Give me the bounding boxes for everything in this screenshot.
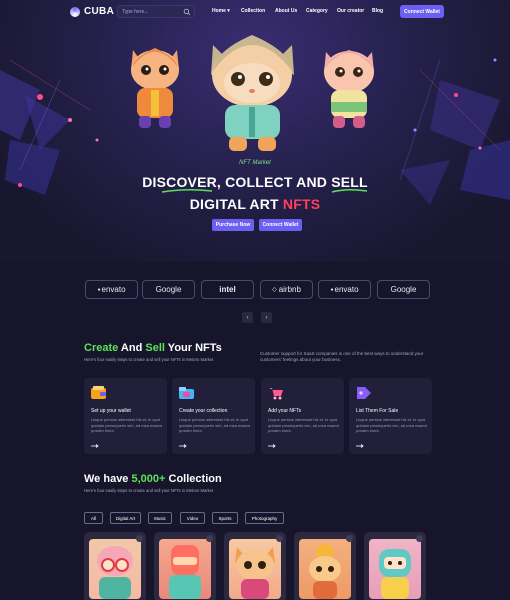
favorite-icon[interactable]	[206, 535, 213, 542]
filter-photography[interactable]: Photography	[245, 512, 284, 524]
nft-card[interactable]	[224, 532, 286, 600]
favorite-icon[interactable]	[346, 535, 353, 542]
cat-illustration-left	[131, 48, 179, 128]
hero-headline-line2: DIGITAL ART NFTS	[189, 196, 321, 212]
nft-character-image	[379, 549, 411, 599]
partner-logo-envato-2: ● envato	[318, 280, 371, 299]
favorite-icon[interactable]	[136, 535, 143, 542]
arrow-right-icon[interactable]	[268, 444, 276, 448]
brand-logo[interactable]: CUBA	[70, 6, 114, 17]
folder-icon	[179, 387, 194, 399]
nav-our-creator[interactable]: Our creator	[337, 8, 364, 14]
nav-home[interactable]: Home ▾	[212, 8, 230, 14]
partner-logo-airbnb: ◇ airbnb	[260, 280, 313, 299]
nft-character-image	[97, 546, 133, 599]
step-card-add-nfts[interactable]: Add your NFTs Lisque persius interesset …	[261, 378, 344, 454]
partner-logo-intel: intel	[201, 280, 254, 299]
collection-section-subtitle: Here's four easily steps to create and s…	[84, 488, 214, 493]
nav-blog[interactable]: Blog	[372, 8, 383, 14]
tag-icon	[357, 387, 371, 399]
nft-image	[369, 539, 421, 599]
headline-underlines	[162, 188, 368, 193]
cat-illustration-right	[324, 50, 374, 128]
hero-connect-wallet-button[interactable]: Connect Wallet	[259, 219, 302, 231]
step-card-list-for-sale[interactable]: List Them For Sale Lisque persius intere…	[349, 378, 432, 454]
cat-illustration-center	[211, 35, 294, 151]
chevron-down-icon: ▾	[227, 8, 230, 14]
wallet-icon	[91, 386, 106, 399]
nft-image	[229, 539, 281, 599]
filter-video[interactable]: Video	[180, 512, 205, 524]
carousel-next-button[interactable]: ›	[261, 312, 272, 323]
nft-character-image	[235, 547, 275, 599]
nft-character-image	[309, 544, 341, 599]
nav-about-us[interactable]: About Us	[275, 8, 297, 14]
nft-card[interactable]	[84, 532, 146, 600]
filter-all[interactable]: All	[84, 512, 103, 524]
logo-icon	[70, 6, 80, 17]
nft-card[interactable]	[154, 532, 216, 600]
search-icon[interactable]	[183, 8, 191, 16]
create-section-title: Create And Sell Your NFTs	[84, 342, 222, 354]
nav-category[interactable]: Category	[306, 8, 328, 14]
brand-name: CUBA	[84, 6, 115, 17]
search-input[interactable]	[122, 7, 182, 17]
create-section-subtitle: Here's four easily steps to create and s…	[84, 357, 214, 362]
nft-image	[299, 539, 351, 599]
step-card-wallet[interactable]: Set up your wallet Lisque persius intere…	[84, 378, 167, 454]
step-card-collection[interactable]: Create your collection Lisque persius in…	[172, 378, 255, 454]
cart-icon	[269, 388, 283, 400]
filter-music[interactable]: Music	[148, 512, 172, 524]
filter-digital-art[interactable]: Digital Art	[110, 512, 141, 524]
favorite-icon[interactable]	[276, 535, 283, 542]
purchase-now-button[interactable]: Purchase Now	[212, 219, 254, 231]
navbar: CUBA Home ▾ Collection About Us Category…	[0, 0, 510, 24]
partner-logo-google-2: Google	[377, 280, 430, 299]
collection-section-title: We have 5,000+ Collection	[84, 473, 222, 485]
nft-image	[89, 539, 141, 599]
partner-logo-envato: ● envato	[85, 280, 138, 299]
hero-tagline: NFT Market	[239, 160, 271, 166]
partner-logo-google: Google	[142, 280, 195, 299]
nft-character-image	[169, 545, 201, 599]
connect-wallet-button[interactable]: Connect Wallet	[400, 5, 444, 18]
nft-image	[159, 539, 211, 599]
filter-sports[interactable]: Sports	[212, 512, 238, 524]
nav-collection[interactable]: Collection	[241, 8, 265, 14]
nft-card[interactable]	[364, 532, 426, 600]
create-section-side-text: Customer support for SaaS companies is o…	[260, 351, 424, 362]
arrow-right-icon[interactable]	[91, 444, 99, 448]
nft-card[interactable]	[294, 532, 356, 600]
carousel-prev-button[interactable]: ‹	[242, 312, 253, 323]
arrow-right-icon[interactable]	[179, 444, 187, 448]
favorite-icon[interactable]	[416, 535, 423, 542]
arrow-right-icon[interactable]	[356, 444, 364, 448]
search-box	[117, 5, 195, 18]
